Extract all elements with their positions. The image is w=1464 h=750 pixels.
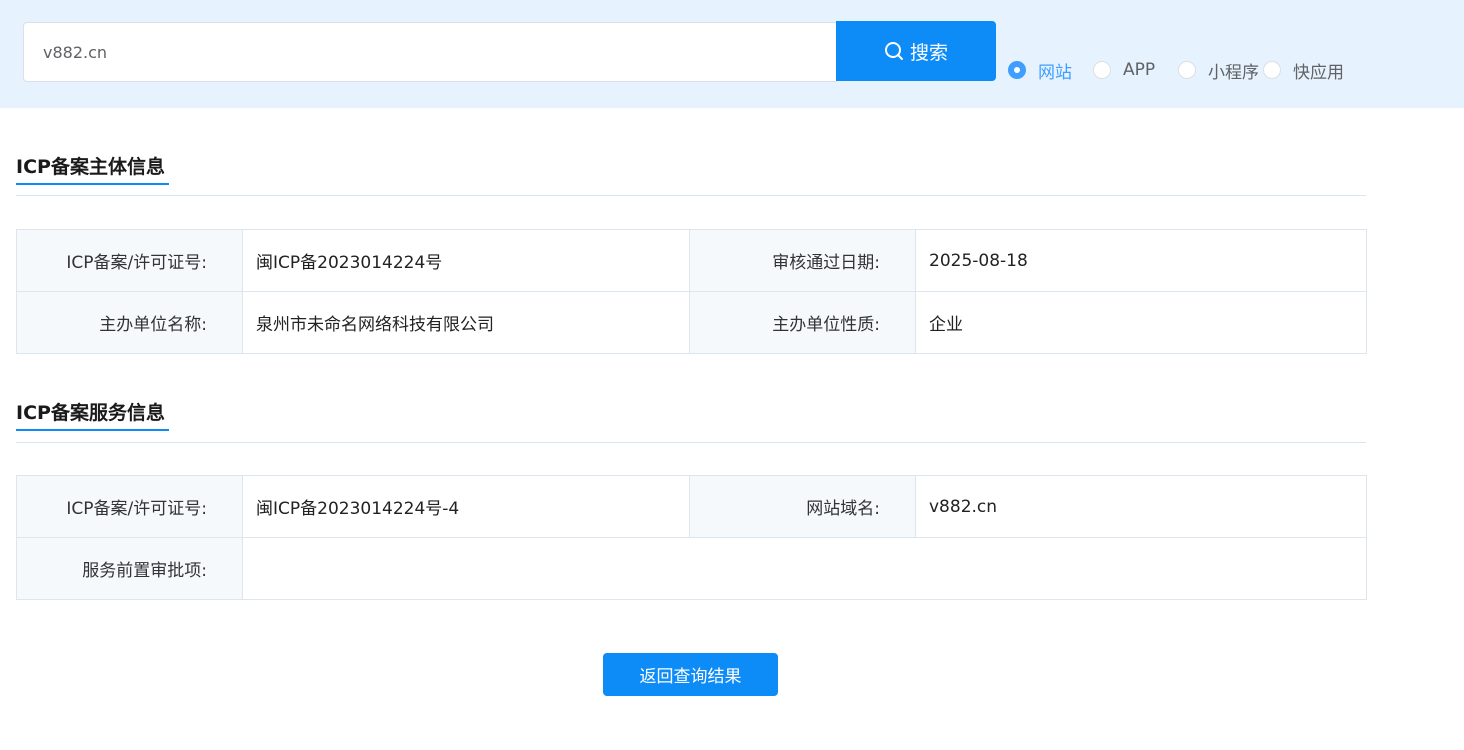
service-info-table: ICP备案/许可证号: 闽ICP备2023014224号-4 网站域名: v88… xyxy=(16,475,1367,600)
service-license-value: 闽ICP备2023014224号-4 xyxy=(242,475,690,538)
search-icon xyxy=(884,42,903,60)
service-title-underline xyxy=(16,429,169,431)
radio-quick-app[interactable]: 快应用 xyxy=(1263,59,1344,83)
license-number-label: ICP备案/许可证号: xyxy=(16,229,243,292)
table-row: 服务前置审批项: xyxy=(16,537,1367,600)
subject-info-table: ICP备案/许可证号: 闽ICP备2023014224号 审核通过日期: 202… xyxy=(16,229,1367,354)
organizer-name-label: 主办单位名称: xyxy=(16,291,243,354)
table-row: ICP备案/许可证号: 闽ICP备2023014224号 审核通过日期: 202… xyxy=(16,229,1367,292)
table-row: 主办单位名称: 泉州市未命名网络科技有限公司 主办单位性质: 企业 xyxy=(16,291,1367,354)
search-button[interactable]: 搜索 xyxy=(836,21,996,81)
service-section-title: ICP备案服务信息 xyxy=(16,402,165,424)
radio-website-label: 网站 xyxy=(1038,62,1072,83)
organizer-type-value: 企业 xyxy=(915,291,1367,354)
subject-section-title: ICP备案主体信息 xyxy=(16,156,165,178)
service-section-divider xyxy=(16,442,1366,443)
search-bar-area: 搜索 网站 APP 小程序 快应用 xyxy=(0,0,1464,108)
approval-date-value: 2025-08-18 xyxy=(915,229,1367,292)
subject-section-divider xyxy=(16,195,1366,196)
radio-mini-program[interactable]: 小程序 xyxy=(1178,59,1259,83)
radio-mini-program-circle[interactable] xyxy=(1178,61,1196,79)
organizer-type-label: 主办单位性质: xyxy=(689,291,916,354)
back-to-results-button[interactable]: 返回查询结果 xyxy=(603,653,778,696)
radio-website-circle[interactable] xyxy=(1008,61,1026,79)
license-number-value: 闽ICP备2023014224号 xyxy=(242,229,690,292)
approval-date-label: 审核通过日期: xyxy=(689,229,916,292)
search-button-label: 搜索 xyxy=(909,41,948,64)
pre-approval-label: 服务前置审批项: xyxy=(16,537,243,600)
radio-quick-app-label: 快应用 xyxy=(1293,62,1344,83)
domain-value: v882.cn xyxy=(915,475,1367,538)
radio-website[interactable]: 网站 xyxy=(1008,59,1072,83)
domain-label: 网站域名: xyxy=(689,475,916,538)
organizer-name-value: 泉州市未命名网络科技有限公司 xyxy=(242,291,690,354)
radio-app-circle[interactable] xyxy=(1093,61,1111,79)
search-input[interactable] xyxy=(23,22,837,82)
radio-quick-app-circle[interactable] xyxy=(1263,61,1281,79)
service-license-label: ICP备案/许可证号: xyxy=(16,475,243,538)
radio-mini-program-label: 小程序 xyxy=(1208,62,1259,83)
pre-approval-value xyxy=(242,537,1367,600)
subject-title-underline xyxy=(16,183,169,185)
radio-app-label: APP xyxy=(1123,60,1156,80)
radio-app[interactable]: APP xyxy=(1093,59,1155,81)
table-row: ICP备案/许可证号: 闽ICP备2023014224号-4 网站域名: v88… xyxy=(16,475,1367,538)
